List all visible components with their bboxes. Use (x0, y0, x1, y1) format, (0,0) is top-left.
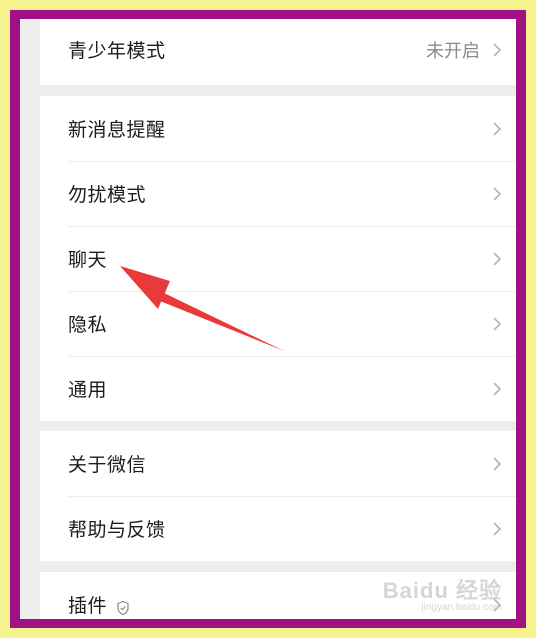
settings-group-teen: 青少年模式 未开启 (40, 19, 516, 85)
settings-group-main: 新消息提醒 勿扰模式 聊天 隐私 通用 (40, 96, 516, 421)
general-label: 通用 (68, 379, 108, 401)
settings-item-teen-mode[interactable]: 青少年模式 未开启 (40, 19, 516, 85)
about-label: 关于微信 (68, 454, 147, 476)
chevron-right-icon (490, 381, 504, 397)
plugins-label-text: 插件 (68, 595, 108, 617)
settings-item-chat[interactable]: 聊天 (40, 226, 516, 291)
help-label: 帮助与反馈 (68, 519, 166, 541)
settings-item-dnd[interactable]: 勿扰模式 (40, 161, 516, 226)
watermark-logo: Baidu 经验 (382, 578, 502, 603)
chat-label: 聊天 (68, 249, 108, 271)
watermark: Baidu 经验 jingyan.baidu.com (383, 573, 502, 613)
chevron-right-icon (490, 42, 504, 58)
settings-item-about[interactable]: 关于微信 (40, 431, 516, 496)
chevron-right-icon (490, 251, 504, 267)
settings-item-new-message[interactable]: 新消息提醒 (40, 96, 516, 161)
privacy-label: 隐私 (68, 314, 108, 336)
plugins-label: 插件 (68, 591, 131, 618)
settings-item-help[interactable]: 帮助与反馈 (40, 496, 516, 561)
settings-screen: 青少年模式 未开启 新消息提醒 勿扰模式 聊天 隐私 通用 关于微信 帮助与反馈… (20, 19, 516, 619)
settings-group-about: 关于微信 帮助与反馈 (40, 431, 516, 561)
screenshot-frame: 青少年模式 未开启 新消息提醒 勿扰模式 聊天 隐私 通用 关于微信 帮助与反馈… (10, 10, 526, 628)
dnd-label: 勿扰模式 (68, 184, 147, 206)
teen-mode-label: 青少年模式 (68, 40, 166, 62)
shield-icon (115, 599, 131, 615)
chevron-right-icon (490, 186, 504, 202)
chevron-right-icon (490, 316, 504, 332)
new-message-label: 新消息提醒 (68, 119, 166, 141)
settings-item-general[interactable]: 通用 (40, 356, 516, 421)
chevron-right-icon (490, 521, 504, 537)
teen-mode-status: 未开启 (426, 40, 480, 62)
chevron-right-icon (490, 456, 504, 472)
settings-item-privacy[interactable]: 隐私 (40, 291, 516, 356)
chevron-right-icon (490, 121, 504, 137)
